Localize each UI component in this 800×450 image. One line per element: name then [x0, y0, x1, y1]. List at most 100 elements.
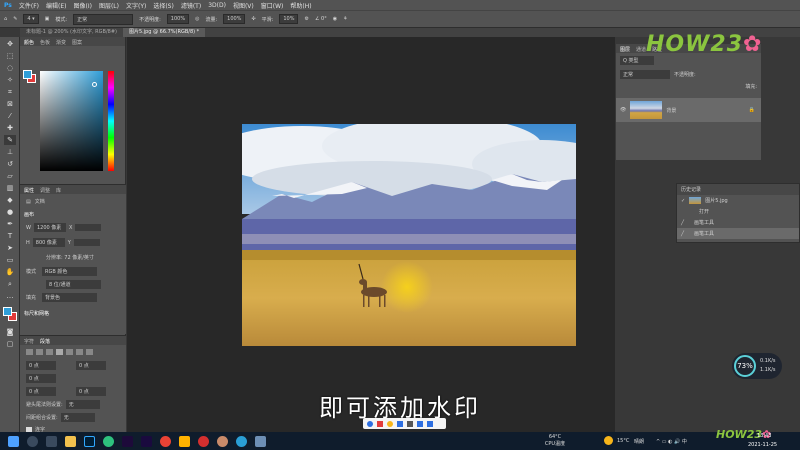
airbrush-icon[interactable]: ✣ [251, 16, 255, 22]
menu-filter[interactable]: 滤镜(T) [181, 1, 201, 10]
hand-tool-icon[interactable]: ✋ [4, 267, 16, 277]
layer-kind-select[interactable]: Q 类型 [620, 56, 654, 65]
tab-adjustments[interactable]: 调整 [40, 187, 50, 194]
tab-color[interactable]: 颜色 [24, 39, 34, 46]
marquee-tool-icon[interactable]: ⬚ [4, 51, 16, 61]
tab-gradients[interactable]: 渐变 [56, 39, 66, 46]
capture-icon[interactable] [255, 435, 266, 447]
explorer-icon[interactable] [65, 435, 76, 447]
space-before-input[interactable]: 0 点 [26, 387, 56, 396]
menu-window[interactable]: 窗口(W) [261, 1, 284, 10]
tab-document-1[interactable]: 未标题-1 @ 200% (水印文字, RGB/8#) [20, 28, 123, 37]
spacing-select[interactable]: 无 [60, 413, 95, 422]
opacity-input[interactable]: 100% [166, 14, 190, 24]
justify-last-left-icon[interactable] [56, 349, 63, 355]
tab-document-2[interactable]: 图片5.jpg @ 66.7%(RGB/8) * [122, 28, 206, 37]
tab-swatches[interactable]: 色板 [40, 39, 50, 46]
space-after-input[interactable]: 0 点 [76, 387, 106, 396]
screen-mode-icon[interactable]: ▢ [4, 339, 16, 349]
menu-layer[interactable]: 图层(L) [99, 1, 119, 10]
pen-tool-icon[interactable]: ✒ [4, 219, 16, 229]
ps-logo-icon[interactable]: Ps [4, 2, 12, 9]
color-mode-select[interactable]: RGB 颜色 [42, 267, 98, 276]
tab-layers[interactable]: 图层 [620, 46, 630, 53]
layer-name[interactable]: 背景 [666, 107, 676, 114]
menu-file[interactable]: 文件(F) [19, 1, 39, 10]
task-view-icon[interactable] [46, 435, 57, 447]
start-icon[interactable] [8, 435, 19, 447]
tab-libraries[interactable]: 库 [56, 187, 61, 194]
tab-channels[interactable]: 通道 [636, 46, 646, 53]
home-icon[interactable]: ⌂ [4, 16, 7, 22]
mode-select[interactable]: 正常 [73, 13, 134, 25]
blend-mode-select[interactable]: 正常 [620, 70, 670, 79]
emoji-icon[interactable] [387, 420, 393, 427]
layer-lock-icon[interactable]: 🔒 [749, 107, 755, 113]
history-item-brush-2[interactable]: ╱ 画笔工具 [677, 228, 799, 239]
path-select-icon[interactable]: ➤ [4, 243, 16, 253]
align-left-icon[interactable] [26, 349, 33, 355]
canvas-section-title[interactable]: 画布 [20, 209, 126, 220]
width-input[interactable]: 1200 像素 [33, 223, 66, 232]
document-photo[interactable] [242, 124, 576, 346]
quick-select-icon[interactable]: ✧ [4, 75, 16, 85]
indent-right-input[interactable]: 0 点 [76, 361, 106, 370]
media-encoder-icon[interactable] [122, 435, 133, 447]
height-input[interactable]: 800 像素 [32, 238, 65, 247]
after-effects-icon[interactable] [141, 435, 152, 447]
avatar-icon[interactable] [217, 435, 228, 447]
wechat-icon[interactable] [103, 435, 114, 447]
lang-icon[interactable] [377, 420, 383, 427]
gradient-tool-icon[interactable]: ▥ [4, 183, 16, 193]
search-icon[interactable] [27, 435, 38, 447]
align-right-icon[interactable] [46, 349, 53, 355]
move-tool-icon[interactable]: ✥ [4, 39, 16, 49]
x-input[interactable] [75, 224, 102, 231]
angle-icon[interactable]: ∠ 0° [315, 16, 327, 22]
layer-row-background[interactable]: 👁 背景 🔒 [616, 98, 761, 122]
tab-paragraph[interactable]: 段落 [40, 338, 50, 345]
fill-select[interactable]: 背景色 [42, 293, 98, 302]
justify-last-right-icon[interactable] [76, 349, 83, 355]
weather-sun-icon[interactable] [604, 436, 613, 445]
flow-input[interactable]: 100% [223, 14, 246, 24]
smooth-settings-icon[interactable]: ⚙ [304, 16, 308, 22]
justify-all-icon[interactable] [86, 349, 93, 355]
first-line-indent-input[interactable]: 0 点 [26, 374, 56, 383]
rulers-section-title[interactable]: 标尺和网格 [20, 304, 126, 323]
skin-icon[interactable] [417, 420, 423, 427]
brush-tool-active-icon[interactable]: ✎ [4, 135, 16, 145]
tab-properties[interactable]: 属性 [24, 187, 34, 194]
clock-date[interactable]: 2021-11-25 [748, 442, 777, 448]
input-method-icon[interactable] [367, 420, 373, 427]
crop-tool-icon[interactable]: ⌗ [4, 87, 16, 97]
menu-help[interactable]: 帮助(H) [290, 1, 311, 10]
history-item-open[interactable]: 打开 [677, 206, 799, 217]
clock-time[interactable]: 13:43 [757, 433, 771, 439]
photoshop-icon[interactable] [84, 435, 95, 447]
color-fg-swatch[interactable] [23, 70, 32, 79]
pressure-size-icon[interactable]: ◉ [333, 16, 337, 22]
tab-character[interactable]: 字符 [24, 338, 34, 345]
frame-tool-icon[interactable]: ⊠ [4, 99, 16, 109]
tab-patterns[interactable]: 图案 [72, 39, 82, 46]
brush-settings-icon[interactable]: ▣ [45, 16, 50, 22]
hue-slider[interactable] [108, 71, 114, 171]
align-center-icon[interactable] [36, 349, 43, 355]
brush-size-dropdown[interactable]: 4 ▾ [23, 14, 39, 24]
visibility-eye-icon[interactable]: 👁 [620, 107, 626, 113]
dodge-tool-icon[interactable]: ● [4, 207, 16, 217]
menu-view[interactable]: 视图(V) [233, 1, 254, 10]
keyboard-icon[interactable] [407, 420, 413, 427]
system-tray-icons[interactable]: ^ ▭ ◐ 🔊 中 [656, 438, 687, 445]
pressure-opacity-icon[interactable]: ◎ [195, 16, 199, 22]
kinsoku-select[interactable]: 无 [65, 400, 100, 409]
brush-tool-icon[interactable]: ✎ [13, 16, 17, 22]
lasso-tool-icon[interactable]: ◌ [4, 63, 16, 73]
menu-image[interactable]: 图像(I) [74, 1, 92, 10]
justify-last-center-icon[interactable] [66, 349, 73, 355]
color-picker-handle[interactable] [92, 82, 97, 87]
more-tools-icon[interactable]: … [4, 291, 16, 301]
voice-icon[interactable] [397, 420, 403, 427]
menu-type[interactable]: 文字(Y) [126, 1, 146, 10]
